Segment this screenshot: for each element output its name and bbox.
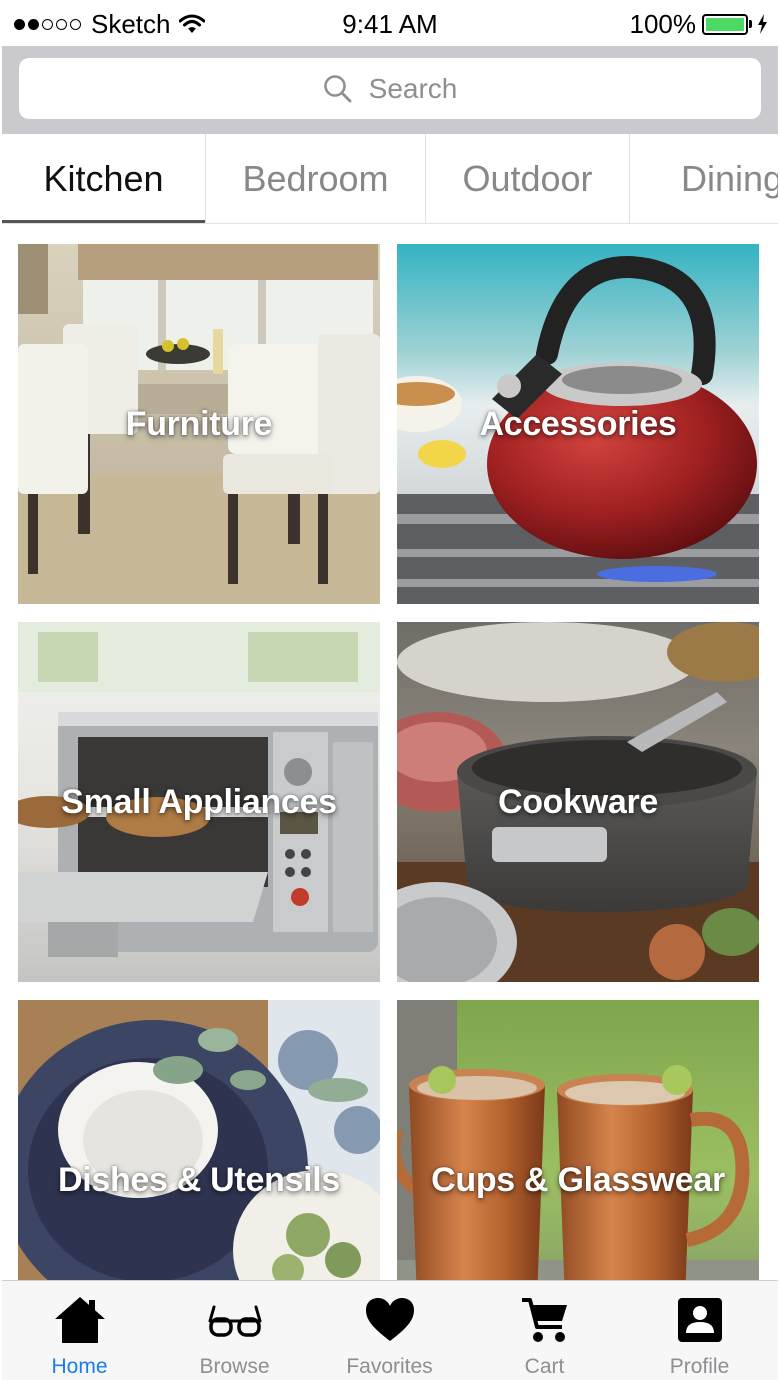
category-tile-cups-glasswear[interactable]: Cups & Glasswear <box>397 1000 759 1280</box>
tab-home[interactable]: Home <box>2 1281 157 1380</box>
active-tab-indicator <box>2 220 205 223</box>
tab-outdoor[interactable]: Outdoor <box>426 134 630 223</box>
tab-label: Dining <box>681 157 778 199</box>
tab-profile[interactable]: Profile <box>622 1281 777 1380</box>
tab-kitchen[interactable]: Kitchen <box>2 134 206 223</box>
charging-bolt-icon <box>758 14 767 34</box>
cart-icon <box>521 1298 567 1342</box>
category-label: Accessories <box>479 404 677 443</box>
tab-label: Profile <box>669 1355 730 1378</box>
tab-favorites[interactable]: Favorites <box>312 1281 467 1380</box>
tab-bedroom[interactable]: Bedroom <box>206 134 426 223</box>
battery-tip <box>749 20 752 28</box>
category-label: Cookware <box>497 782 659 821</box>
category-label: Dishes & Utensils <box>57 1160 341 1199</box>
tab-cart[interactable]: Cart <box>467 1281 622 1380</box>
tab-label: Outdoor <box>462 157 593 199</box>
search-bar-container: Search <box>2 46 778 134</box>
home-icon <box>54 1297 105 1343</box>
signal-dot <box>14 18 25 30</box>
search-placeholder: Search <box>368 72 458 104</box>
glasses-icon <box>208 1305 261 1337</box>
category-grid: Furniture Accessories Small Appliances C… <box>0 224 780 1280</box>
category-label: Furniture <box>125 404 273 443</box>
signal-dot <box>42 18 53 30</box>
profile-icon <box>677 1298 722 1342</box>
tab-label: Bedroom <box>242 157 389 199</box>
signal-dot <box>56 18 67 30</box>
tab-label: Kitchen <box>43 157 164 199</box>
tab-label: Cart <box>524 1355 565 1378</box>
heart-icon <box>365 1298 414 1341</box>
tab-label: Browse <box>199 1355 270 1378</box>
category-tile-furniture[interactable]: Furniture <box>18 244 380 604</box>
signal-dot <box>28 18 39 30</box>
category-tile-small-appliances[interactable]: Small Appliances <box>18 622 380 982</box>
category-tile-accessories[interactable]: Accessories <box>397 244 759 604</box>
tab-browse[interactable]: Browse <box>157 1281 312 1380</box>
category-label: Small Appliances <box>61 782 337 821</box>
battery-status: 100% <box>630 9 769 39</box>
carrier-info: Sketch <box>14 9 205 39</box>
battery-percent: 100% <box>629 9 697 39</box>
category-tabs: Kitchen Bedroom Outdoor Dining <box>2 134 778 224</box>
tab-label: Home <box>51 1355 108 1378</box>
wifi-icon <box>178 14 205 33</box>
status-bar: Sketch 9:41 AM 100% <box>0 0 780 46</box>
category-tile-dishes-utensils[interactable]: Dishes & Utensils <box>18 1000 380 1280</box>
carrier-name: Sketch <box>91 9 171 39</box>
search-input[interactable]: Search <box>19 58 761 119</box>
category-tile-cookware[interactable]: Cookware <box>397 622 759 982</box>
search-icon <box>323 74 352 102</box>
category-label: Cups & Glasswear <box>431 1160 725 1199</box>
battery-icon <box>702 13 748 35</box>
signal-dot <box>70 18 81 30</box>
bottom-tab-bar: Home Browse Favorites Cart Profile <box>2 1280 778 1380</box>
tab-dining[interactable]: Dining <box>630 134 778 223</box>
tab-label: Favorites <box>346 1355 433 1378</box>
